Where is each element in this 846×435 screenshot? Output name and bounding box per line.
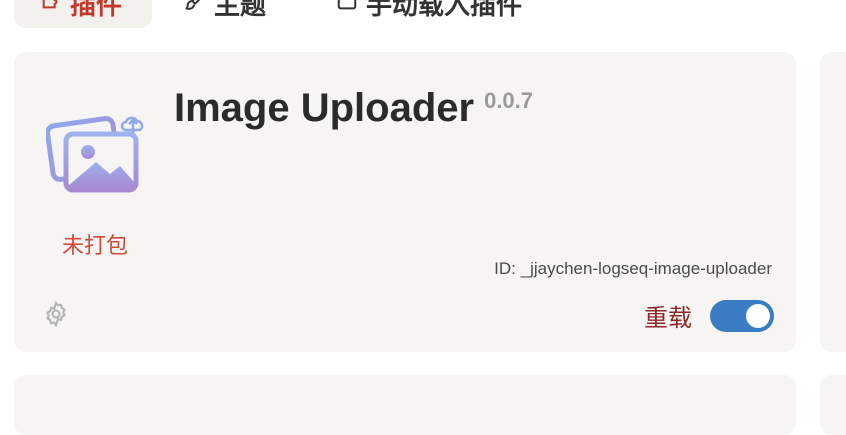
plugin-card: 未打包 Image Uploader 0.0.7 ID: _jjaychen-l…: [14, 52, 796, 352]
plugin-card-below: [14, 375, 796, 435]
unpacked-status: 未打包: [62, 234, 129, 259]
tab-bar: 插件 主题 手动载入插件: [14, 0, 846, 28]
toggle-knob: [746, 303, 770, 328]
gear-icon[interactable]: [42, 300, 70, 328]
plugin-card-below-next: [820, 375, 846, 435]
tab-label: 插件: [70, 0, 123, 20]
plugin-card-next: [820, 52, 846, 352]
plugin-id: ID: _jjaychen-logseq-image-uploader: [494, 259, 772, 278]
plugin-name: Image Uploader: [174, 86, 475, 130]
tab-load-unpacked[interactable]: 手动载入插件: [336, 0, 522, 28]
tab-themes[interactable]: 主题: [184, 0, 266, 28]
plugin-version: 0.0.7: [484, 88, 534, 113]
tab-label: 手动载入插件: [366, 0, 523, 20]
enable-toggle[interactable]: [710, 299, 774, 332]
reload-button[interactable]: 重载: [644, 298, 692, 333]
reload-row: 重载: [644, 298, 774, 333]
folder-icon: [336, 0, 358, 19]
image-upload-icon: [44, 102, 146, 194]
tab-plugins[interactable]: 插件: [14, 0, 152, 28]
brush-icon: [184, 0, 206, 19]
plugin-title: Image Uploader 0.0.7: [174, 82, 533, 134]
puzzle-icon: [40, 0, 62, 19]
tab-label: 主题: [214, 0, 267, 20]
